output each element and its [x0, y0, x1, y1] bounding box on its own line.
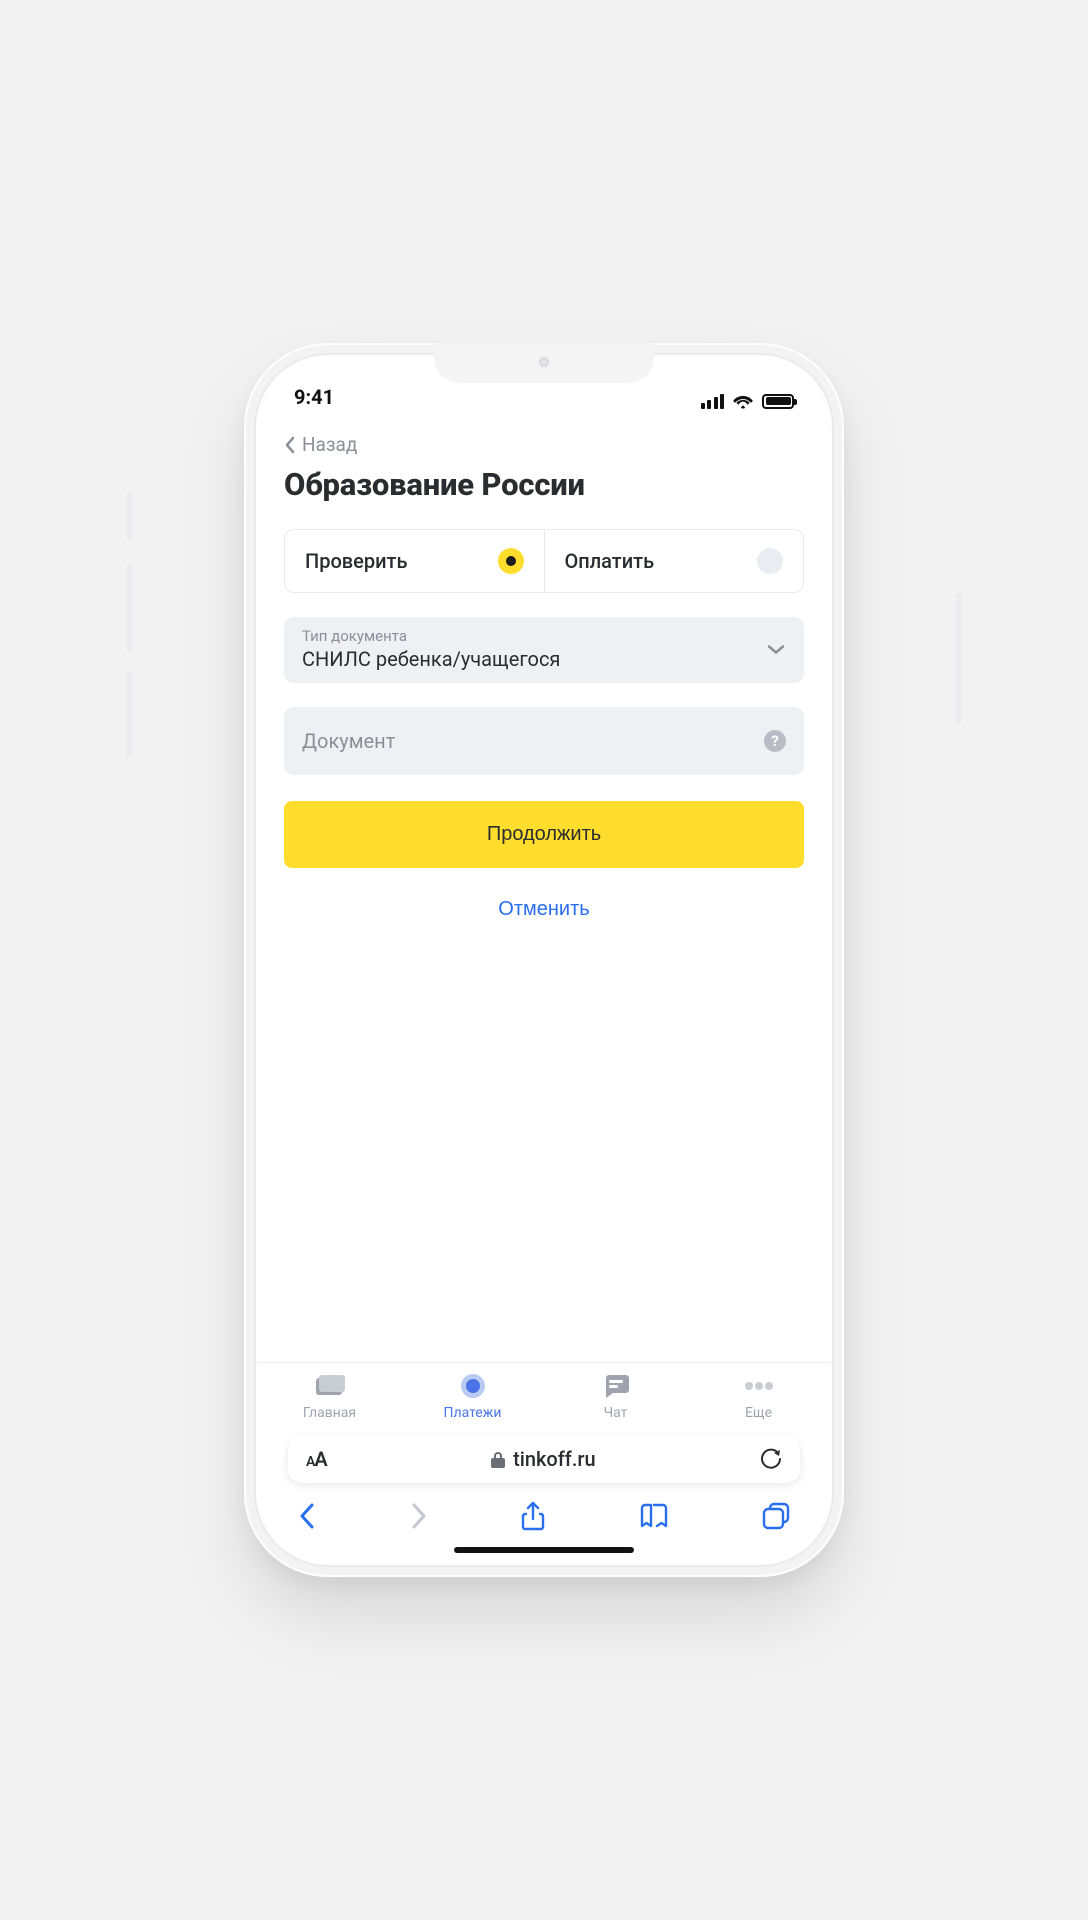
browser-forward-button[interactable] [410, 1502, 428, 1530]
battery-icon [762, 394, 794, 409]
radio-selected-icon [498, 548, 524, 574]
segmented-check-label: Проверить [305, 549, 408, 573]
browser-host: tinkoff.ru [513, 1447, 596, 1471]
tab-home-label: Главная [303, 1405, 356, 1421]
browser-toolbar [258, 1483, 830, 1539]
document-placeholder: Документ [302, 729, 786, 753]
browser-back-button[interactable] [298, 1502, 316, 1530]
back-label: Назад [302, 433, 357, 456]
chevron-down-icon [766, 641, 786, 660]
text-size-button[interactable]: AA [306, 1447, 327, 1471]
home-indicator [454, 1547, 634, 1553]
tab-payments[interactable]: Платежи [401, 1373, 544, 1421]
document-type-select[interactable]: Тип документа СНИЛС ребенка/учащегося [284, 617, 804, 683]
reload-button[interactable] [760, 1448, 782, 1470]
tab-more-label: Еще [745, 1405, 772, 1421]
status-time: 9:41 [294, 385, 334, 409]
tab-payments-label: Платежи [443, 1405, 501, 1421]
help-icon[interactable]: ? [764, 730, 786, 752]
document-input[interactable]: Документ ? [284, 707, 804, 775]
phone-mockup: 9:41 Назад Образование России [244, 343, 844, 1577]
tab-home[interactable]: Главная [258, 1373, 401, 1421]
radio-unselected-icon [757, 548, 783, 574]
continue-button[interactable]: Продолжить [284, 801, 804, 868]
tab-chat-label: Чат [604, 1405, 628, 1421]
payments-icon [460, 1373, 486, 1399]
lock-icon [491, 1451, 505, 1468]
page-title: Образование России [284, 466, 804, 503]
tab-chat[interactable]: Чат [544, 1373, 687, 1421]
segmented-pay[interactable]: Оплатить [544, 530, 804, 592]
back-button[interactable]: Назад [284, 433, 804, 456]
chat-icon [602, 1373, 630, 1399]
wifi-icon [732, 393, 754, 409]
device-notch [434, 343, 654, 383]
cellular-icon [701, 393, 725, 409]
mode-segmented: Проверить Оплатить [284, 529, 804, 593]
share-button[interactable] [521, 1501, 545, 1531]
browser-address-bar[interactable]: AA tinkoff.ru [288, 1435, 800, 1483]
tabs-button[interactable] [762, 1502, 790, 1530]
bookmarks-button[interactable] [639, 1503, 669, 1529]
segmented-check[interactable]: Проверить [285, 530, 544, 592]
tab-more[interactable]: Еще [687, 1373, 830, 1421]
cancel-button[interactable]: Отменить [284, 898, 804, 921]
segmented-pay-label: Оплатить [565, 549, 655, 573]
document-type-label: Тип документа [302, 627, 786, 645]
app-tabbar: Главная Платежи Чат [258, 1362, 830, 1425]
more-icon [744, 1373, 774, 1399]
card-icon [315, 1373, 345, 1399]
chevron-left-icon [284, 436, 296, 454]
document-type-value: СНИЛС ребенка/учащегося [302, 647, 786, 671]
